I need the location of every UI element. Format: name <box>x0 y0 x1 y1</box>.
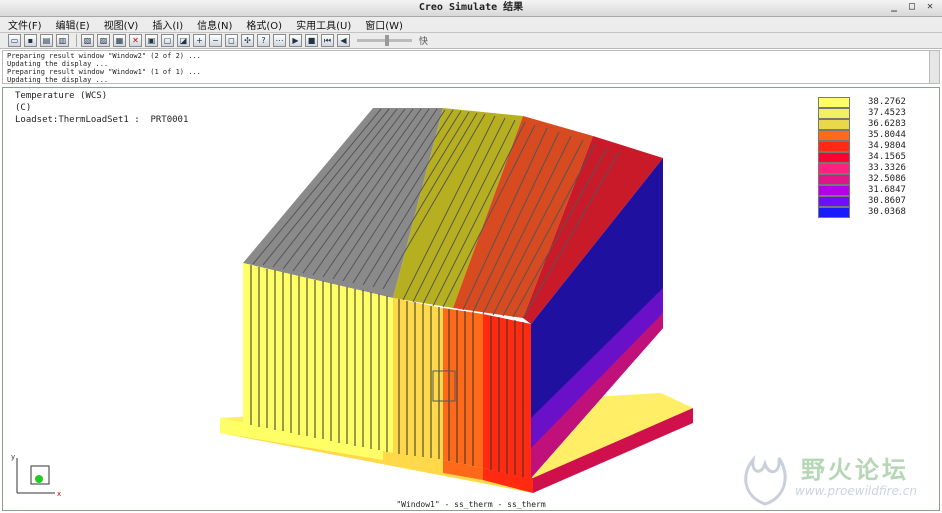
legend-value: 37.4523 <box>868 108 906 118</box>
legend-swatch <box>818 130 850 141</box>
legend-swatch <box>818 196 850 207</box>
message-scrollbar[interactable] <box>929 51 939 83</box>
legend-value: 35.8044 <box>868 130 906 140</box>
first-frame-icon[interactable]: ⏮ <box>321 34 334 47</box>
fins-front-gold <box>393 298 443 460</box>
menu-edit[interactable]: 编辑(E) <box>56 17 90 32</box>
zoom-in-icon[interactable]: + <box>193 34 206 47</box>
legend-row: 37.4523 <box>818 108 933 119</box>
save-icon[interactable]: ▪ <box>24 34 37 47</box>
menu-format[interactable]: 格式(O) <box>246 17 282 32</box>
legend-row: 31.6847 <box>818 185 933 196</box>
legend-swatch <box>818 174 850 185</box>
close-button[interactable]: ✕ <box>924 1 936 13</box>
message-line: Preparing result window "Window1" (1 of … <box>7 68 201 76</box>
menu-utilities[interactable]: 实用工具(U) <box>296 17 351 32</box>
watermark-url: www.proewildfire.cn <box>795 484 917 498</box>
query-icon[interactable]: ? <box>257 34 270 47</box>
legend-value: 38.2762 <box>868 97 906 107</box>
legend-swatch <box>818 207 850 218</box>
legend-value: 30.8607 <box>868 196 906 206</box>
loadset-label: Loadset:ThermLoadSet1 : PRT0001 <box>15 115 189 125</box>
legend-row: 38.2762 <box>818 97 933 108</box>
legend-row: 34.1565 <box>818 152 933 163</box>
legend-swatch <box>818 97 850 108</box>
animation-speed-slider[interactable] <box>357 35 412 46</box>
forum-watermark: 野火论坛 www.proewildfire.cn <box>735 446 935 508</box>
menu-view[interactable]: 视图(V) <box>104 17 139 32</box>
format-icon[interactable]: ▦ <box>113 34 126 47</box>
print-icon[interactable]: ▤ <box>40 34 53 47</box>
edit-window-icon[interactable]: ◪ <box>177 34 190 47</box>
legend-swatch <box>818 152 850 163</box>
watermark-text: 野火论坛 <box>801 456 909 484</box>
menu-bar: 文件(F) 编辑(E) 视图(V) 插入(I) 信息(N) 格式(O) 实用工具… <box>0 17 942 33</box>
repaint-icon[interactable]: ▣ <box>145 34 158 47</box>
animate-path-icon[interactable]: ⋯ <box>273 34 286 47</box>
legend-row: 30.8607 <box>818 196 933 207</box>
window-title-bar: Creo Simulate 结果 _ □ ✕ <box>0 0 942 17</box>
menu-file[interactable]: 文件(F) <box>8 17 42 32</box>
flame-logo-icon <box>744 454 787 506</box>
unit-label: (C) <box>15 103 32 113</box>
svg-text:x: x <box>57 490 61 498</box>
zoom-out-icon[interactable]: − <box>209 34 222 47</box>
delete-icon[interactable]: ✕ <box>129 34 142 47</box>
legend-swatch <box>818 141 850 152</box>
legend-row: 32.5086 <box>818 174 933 185</box>
legend-value: 30.0368 <box>868 207 906 217</box>
legend-row: 34.9804 <box>818 141 933 152</box>
stop-icon[interactable]: ■ <box>305 34 318 47</box>
legend-swatch <box>818 108 850 119</box>
print-preview-icon[interactable]: ▥ <box>56 34 69 47</box>
window-footer-label: "Window1" - ss_therm - ss_therm <box>396 500 546 509</box>
message-area: Preparing result window "Window2" (2 of … <box>2 50 940 84</box>
legend-row: 30.0368 <box>818 207 933 218</box>
legend-row: 36.6283 <box>818 119 933 130</box>
slider-thumb[interactable] <box>385 35 389 46</box>
svg-text:y: y <box>11 453 15 461</box>
window-title: Creo Simulate 结果 <box>418 2 524 13</box>
toolbar: ▭ ▪ ▤ ▥ ▧ ▨ ▦ ✕ ▣ ▢ ◪ + − ◻ ✣ ? ⋯ ▶ ■ ⏮ … <box>0 33 942 49</box>
legend-value: 34.9804 <box>868 141 906 151</box>
zoom-fit-icon[interactable]: ◻ <box>225 34 238 47</box>
previous-frame-icon[interactable]: ◀ <box>337 34 350 47</box>
spin-center-icon[interactable]: ✣ <box>241 34 254 47</box>
legend-swatch <box>818 119 850 130</box>
menu-info[interactable]: 信息(N) <box>197 17 232 32</box>
legend-swatch <box>818 185 850 196</box>
legend-row: 33.3326 <box>818 163 933 174</box>
message-line: Updating the display ... <box>7 60 109 68</box>
legend-value: 32.5086 <box>868 174 906 184</box>
open-icon[interactable]: ▭ <box>8 34 21 47</box>
result-window-icon[interactable]: ▢ <box>161 34 174 47</box>
play-icon[interactable]: ▶ <box>289 34 302 47</box>
message-line: Updating the display ... <box>7 76 109 84</box>
legend-swatch <box>818 163 850 174</box>
legend-value: 36.6283 <box>868 119 906 129</box>
menu-window[interactable]: 窗口(W) <box>365 17 403 32</box>
legend-value: 31.6847 <box>868 185 906 195</box>
legend-value: 34.1565 <box>868 152 906 162</box>
message-line: Preparing result window "Window2" (2 of … <box>7 52 201 60</box>
coordinate-triad: y x <box>11 453 61 498</box>
minimize-button[interactable]: _ <box>888 1 900 13</box>
quantity-label: Temperature (WCS) <box>15 91 108 101</box>
copy-icon[interactable]: ▧ <box>81 34 94 47</box>
speed-label: 快 <box>419 37 429 47</box>
legend-value: 33.3326 <box>868 163 906 173</box>
maximize-button[interactable]: □ <box>906 1 918 13</box>
menu-insert[interactable]: 插入(I) <box>152 17 183 32</box>
legend-row: 35.8044 <box>818 130 933 141</box>
toolbar-separator <box>76 34 77 47</box>
copy-view-icon[interactable]: ▨ <box>97 34 110 47</box>
